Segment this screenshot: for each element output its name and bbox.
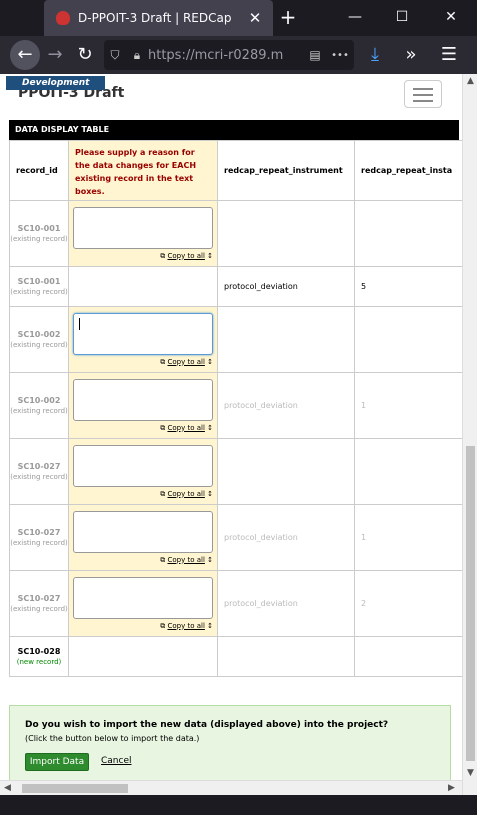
import-data-button[interactable]: Import Data [25, 753, 89, 771]
table-row: SC10-027 (existing record) ⧉ Copy to all … [9, 570, 462, 637]
maximize-icon[interactable]: ☐ [389, 6, 415, 30]
instrument-cell [217, 438, 355, 505]
reload-icon[interactable]: ↻ [70, 40, 100, 70]
column-header-reason: Please supply a reason for the data chan… [68, 140, 218, 201]
instrument-cell [217, 200, 355, 267]
instance-cell: 5 [354, 266, 462, 307]
table-row: SC10-001 (existing record) ⧉ Copy to all … [9, 200, 462, 267]
table-row: SC10-002 (existing record) ⧉ Copy to all … [9, 306, 462, 373]
reason-cell: ⧉ Copy to all ↕ [68, 306, 218, 373]
table-row: SC10-028 (new record) [9, 636, 462, 677]
new-tab-icon[interactable]: + [278, 4, 298, 32]
copy-to-all-link[interactable]: ⧉ Copy to all ↕ [73, 358, 213, 367]
page-content: PPOIT-3 Draft Development DATA DISPLAY T… [0, 74, 462, 780]
record-id-cell: SC10-002 (existing record) [9, 306, 69, 373]
instance-cell [354, 438, 462, 505]
vertical-scrollbar[interactable]: ▲ ▼ [462, 74, 477, 795]
instrument-cell: protocol_deviation [217, 372, 355, 439]
table-row: SC10-027 (existing record) ⧉ Copy to all … [9, 504, 462, 571]
minimize-icon[interactable]: — [342, 6, 368, 30]
horizontal-scrollbar[interactable]: ◀ ▶ [0, 780, 462, 795]
instrument-cell: protocol_deviation [217, 570, 355, 637]
scroll-up-icon[interactable]: ▲ [463, 76, 477, 86]
copy-to-all-link[interactable]: ⧉ Copy to all ↕ [73, 622, 213, 631]
data-display-table-title: DATA DISPLAY TABLE [9, 120, 459, 140]
table-row: SC10-002 (existing record) ⧉ Copy to all … [9, 372, 462, 439]
instance-cell: 1 [354, 372, 462, 439]
development-badge: Development [6, 76, 106, 90]
column-header-record-id: record_id [9, 140, 69, 201]
instance-cell [354, 306, 462, 373]
record-id-cell: SC10-027 (existing record) [9, 504, 69, 571]
scroll-right-icon[interactable]: ▶ [448, 781, 455, 795]
url-text[interactable]: https://mcri-r0289.m [148, 48, 304, 63]
close-tab-icon[interactable]: ✕ [243, 9, 267, 27]
instrument-cell [217, 306, 355, 373]
redcap-favicon-icon [56, 11, 70, 25]
instance-cell [354, 636, 462, 677]
column-header-repeat-instrument: redcap_repeat_instrument [217, 140, 355, 201]
record-id-cell: SC10-028 (new record) [9, 636, 69, 677]
browser-tab[interactable]: D-PPOIT-3 Draft | REDCap ✕ [44, 0, 273, 36]
title-bar: D-PPOIT-3 Draft | REDCap ✕ + — ☐ ✕ [0, 0, 477, 36]
record-id-cell: SC10-027 (existing record) [9, 570, 69, 637]
copy-to-all-link[interactable]: ⧉ Copy to all ↕ [73, 490, 213, 499]
record-id-cell: SC10-027 (existing record) [9, 438, 69, 505]
column-header-repeat-instance: redcap_repeat_insta [354, 140, 462, 201]
instrument-cell [217, 636, 355, 677]
scroll-left-icon[interactable]: ◀ [4, 781, 11, 795]
instrument-cell: protocol_deviation [217, 504, 355, 571]
reason-cell-empty [68, 266, 218, 307]
tab-title: D-PPOIT-3 Draft | REDCap [78, 11, 232, 25]
table-row: SC10-001 (existing record) protocol_devia… [9, 266, 462, 307]
overflow-menu-icon[interactable]: » [396, 40, 426, 70]
import-question: Do you wish to import the new data (disp… [25, 720, 389, 730]
data-display-table: record_id Please supply a reason for the… [9, 140, 462, 677]
reader-view-icon[interactable]: ▤ [304, 48, 326, 62]
import-hint: (Click the button below to import the da… [25, 734, 200, 743]
record-id-cell: SC10-002 (existing record) [9, 372, 69, 439]
shield-icon[interactable]: ⛉ [104, 48, 126, 63]
app-menu-icon[interactable]: ☰ [434, 40, 464, 70]
back-arrow-icon[interactable]: ← [10, 40, 40, 70]
reason-cell: ⧉ Copy to all ↕ [68, 438, 218, 505]
hamburger-menu-button[interactable] [404, 80, 442, 108]
reason-textbox[interactable] [73, 378, 213, 421]
copy-to-all-link[interactable]: ⧉ Copy to all ↕ [73, 252, 213, 261]
reason-textbox-focused[interactable] [73, 312, 213, 355]
record-id-cell: SC10-001 (existing record) [9, 266, 69, 307]
copy-to-all-link[interactable]: ⧉ Copy to all ↕ [73, 556, 213, 565]
page-viewport: PPOIT-3 Draft Development DATA DISPLAY T… [0, 74, 477, 795]
vertical-scroll-thumb[interactable] [466, 446, 475, 761]
reason-cell: ⧉ Copy to all ↕ [68, 504, 218, 571]
navigation-bar: ← → ↻ ⛉ 🔒︎ https://mcri-r0289.m ▤ ••• ⤓ … [0, 36, 477, 74]
reason-textbox[interactable] [73, 576, 213, 619]
instance-cell [354, 200, 462, 267]
reason-cell: ⧉ Copy to all ↕ [68, 570, 218, 637]
record-id-cell: SC10-001 (existing record) [9, 200, 69, 267]
url-bar[interactable]: ⛉ 🔒︎ https://mcri-r0289.m ▤ ••• [104, 40, 354, 70]
browser-window: D-PPOIT-3 Draft | REDCap ✕ + — ☐ ✕ ← → ↻… [0, 0, 477, 815]
window-close-icon[interactable]: ✕ [438, 6, 464, 30]
horizontal-scroll-thumb[interactable] [22, 784, 128, 793]
instance-cell: 2 [354, 570, 462, 637]
import-confirmation-box: Do you wish to import the new data (disp… [9, 705, 451, 780]
reason-textbox[interactable] [73, 206, 213, 249]
reason-textbox[interactable] [73, 444, 213, 487]
page-actions-icon[interactable]: ••• [326, 50, 354, 61]
reason-cell-empty [68, 636, 218, 677]
scroll-down-icon[interactable]: ▼ [463, 768, 477, 778]
table-row: SC10-027 (existing record) ⧉ Copy to all … [9, 438, 462, 505]
reason-cell: ⧉ Copy to all ↕ [68, 372, 218, 439]
instrument-cell: protocol_deviation [217, 266, 355, 307]
forward-arrow-icon[interactable]: → [40, 40, 70, 70]
lock-icon[interactable]: 🔒︎ [126, 48, 148, 63]
instance-cell: 1 [354, 504, 462, 571]
reason-cell: ⧉ Copy to all ↕ [68, 200, 218, 267]
download-icon[interactable]: ⤓ [360, 40, 390, 70]
reason-textbox[interactable] [73, 510, 213, 553]
copy-to-all-link[interactable]: ⧉ Copy to all ↕ [73, 424, 213, 433]
cancel-link[interactable]: Cancel [101, 756, 132, 766]
